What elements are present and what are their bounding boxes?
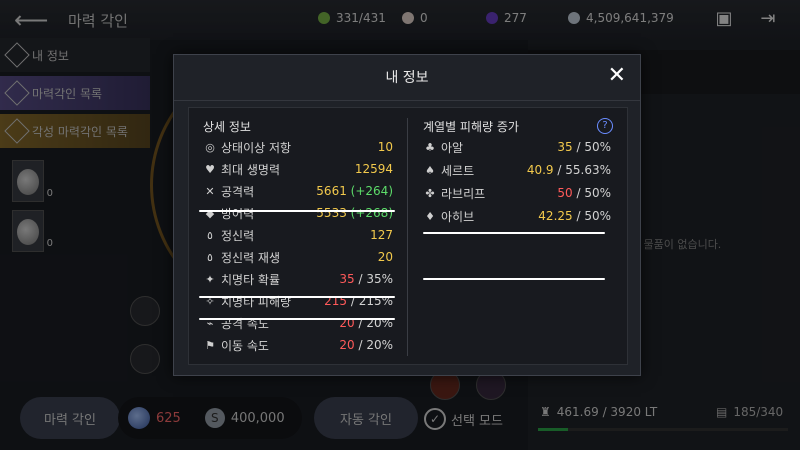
highlight-underline: [199, 296, 395, 298]
spirit-icon: ٥: [207, 228, 213, 242]
modal-title: 내 정보: [174, 55, 640, 101]
move-speed-icon: ⚑: [205, 338, 215, 352]
sert-icon: ♠: [425, 163, 435, 177]
arall-icon: ♣: [425, 140, 435, 154]
labriff-icon: ✤: [425, 186, 435, 200]
swords-icon: ✕: [205, 184, 215, 198]
stat-row: ♥ 최대 생명력 12594: [203, 160, 393, 178]
ahiv-icon: ♦: [425, 209, 435, 223]
stat-value: 20 / 20%: [339, 338, 393, 352]
my-info-modal: 내 정보 ✕ 상세 정보 계열별 피해량 증가 ? ◎ 상태이상 저항 10 ♥ 최대 …: [173, 54, 641, 376]
stat-row: ✦ 치명타 확률 35 / 35%: [203, 270, 393, 288]
resist-row: ♠ 세르트 40.9 / 55.63%: [423, 161, 611, 179]
resist-row: ♣ 아알 35 / 50%: [423, 138, 611, 156]
highlight-underline: [199, 318, 395, 320]
stat-value: 20: [377, 250, 393, 264]
resist-value: 35 / 50%: [557, 140, 611, 154]
crit-chance-icon: ✦: [205, 272, 215, 286]
detail-title: 상세 정보: [203, 120, 251, 134]
spirit-regen-icon: ٥: [207, 250, 213, 264]
stat-row: ◆ 방어력 5533 (+268): [203, 204, 393, 222]
close-icon[interactable]: ✕: [608, 63, 626, 88]
status-resist-icon: ◎: [205, 140, 215, 154]
shield-icon: ◆: [205, 206, 215, 220]
divider: [407, 118, 408, 356]
resist-row: ✤ 라브리프 50 / 50%: [423, 184, 611, 202]
highlight-underline: [423, 232, 605, 234]
stat-row: ◎ 상태이상 저항 10: [203, 138, 393, 156]
stat-value: 35 / 35%: [339, 272, 393, 286]
resist-value: 42.25 / 50%: [538, 209, 611, 223]
resist-row: ♦ 아히브 42.25 / 50%: [423, 207, 611, 225]
resist-value: 40.9 / 55.63%: [526, 163, 611, 177]
stat-value: 5533 (+268): [316, 206, 393, 220]
info-panel: 상세 정보 계열별 피해량 증가 ? ◎ 상태이상 저항 10 ♥ 최대 생명력 1259…: [188, 107, 628, 365]
stat-value: 5661 (+264): [316, 184, 393, 198]
highlight-underline: [199, 210, 395, 212]
stat-value: 127: [370, 228, 393, 242]
stat-value: 10: [377, 140, 393, 154]
stat-row: ⚑ 이동 속도 20 / 20%: [203, 336, 393, 354]
stat-row: ✧ 치명타 피해량 215 / 215%: [203, 292, 393, 310]
stat-row: ✕ 공격력 5661 (+264): [203, 182, 393, 200]
highlight-underline: [423, 278, 605, 280]
resist-title: 계열별 피해량 증가: [423, 120, 519, 134]
stat-row: ٥ 정신력 재생 20: [203, 248, 393, 266]
stat-row: ⌁ 공격 속도 20 / 20%: [203, 314, 393, 332]
help-icon[interactable]: ?: [597, 118, 613, 134]
resist-value: 50 / 50%: [557, 186, 611, 200]
heart-icon: ♥: [205, 162, 215, 176]
stat-row: ٥ 정신력 127: [203, 226, 393, 244]
stat-value: 12594: [354, 162, 393, 176]
